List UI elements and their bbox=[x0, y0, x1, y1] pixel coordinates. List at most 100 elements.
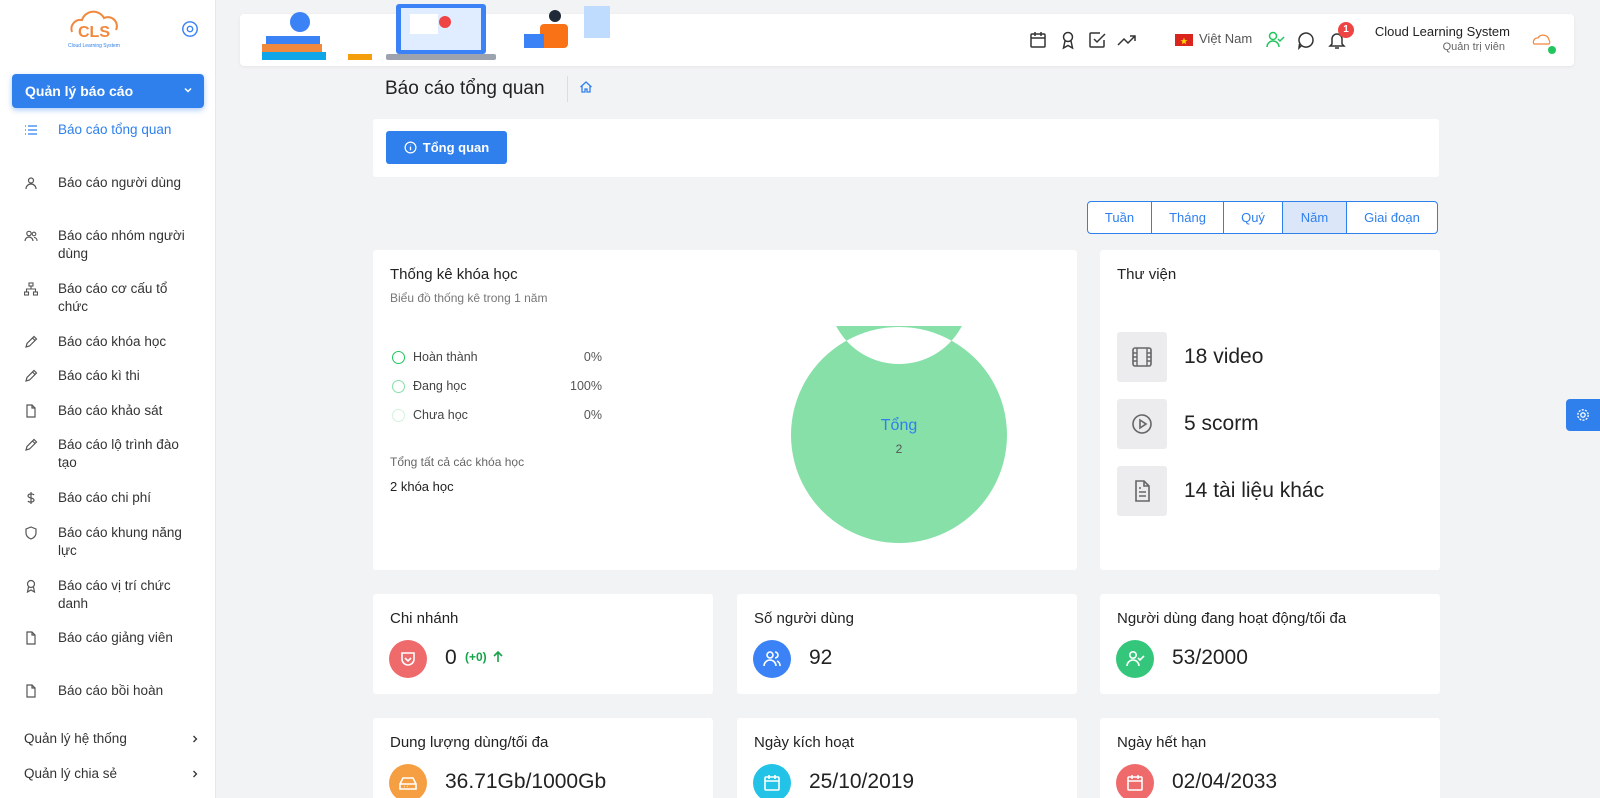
branch-value: 0 bbox=[445, 646, 457, 669]
period-selector: Tuần Tháng Quý Năm Giai đoạn bbox=[1087, 201, 1438, 234]
period-year-button[interactable]: Năm bbox=[1283, 202, 1347, 233]
user-icon bbox=[25, 177, 37, 190]
sidebar-item-label: Báo cáo khảo sát bbox=[58, 403, 163, 418]
sidebar-item-competency-report[interactable]: Báo cáo khung năng lực bbox=[24, 524, 204, 560]
sidebar-item-position-report[interactable]: Báo cáo vị trí chức danh bbox=[24, 577, 204, 613]
users-icon bbox=[24, 230, 38, 242]
sidebar-item-training-path-report[interactable]: Báo cáo lộ trình đào tạo bbox=[24, 436, 204, 472]
gear-icon bbox=[1577, 409, 1589, 421]
sidebar-item-refund-report[interactable]: Báo cáo bồi hoàn bbox=[24, 682, 204, 700]
user-count-value: 92 bbox=[809, 646, 833, 669]
legend-item-completed: Hoàn thành 0% bbox=[392, 350, 602, 364]
expiry-date-card: Ngày hết hạn 02/04/2033 bbox=[1100, 718, 1440, 798]
pencil-icon bbox=[25, 335, 38, 348]
play-circle-icon bbox=[1132, 414, 1152, 434]
activation-date-card: Ngày kích hoạt 25/10/2019 bbox=[737, 718, 1077, 798]
notification-badge: 1 bbox=[1338, 22, 1354, 38]
trending-up-icon[interactable] bbox=[1116, 30, 1136, 50]
cls-logo[interactable]: CLS Cloud Learning System bbox=[58, 10, 130, 50]
pencil-icon bbox=[25, 369, 38, 382]
language-selector[interactable]: Việt Nam bbox=[1199, 31, 1252, 46]
period-month-button[interactable]: Tháng bbox=[1152, 202, 1224, 233]
sidebar-item-exam-report[interactable]: Báo cáo kì thi bbox=[24, 367, 204, 385]
legend-label: Đang học bbox=[413, 379, 467, 393]
donut-center-label: Tổng bbox=[880, 417, 918, 434]
checkbox-icon[interactable] bbox=[1087, 30, 1107, 50]
storage-value: 36.71Gb/1000Gb bbox=[445, 770, 607, 793]
period-week-button[interactable]: Tuần bbox=[1088, 202, 1152, 233]
legend-item-in-progress: Đang học 100% bbox=[392, 379, 602, 393]
online-status-dot bbox=[1548, 46, 1556, 54]
sidebar-item-label: Báo cáo vị trí chức danh bbox=[58, 578, 171, 611]
sidebar-item-org-structure-report[interactable]: Báo cáo cơ cấu tổ chức bbox=[24, 280, 204, 316]
period-quarter-button[interactable]: Quý bbox=[1224, 202, 1283, 233]
tab-overview[interactable]: Tổng quan bbox=[386, 131, 507, 164]
course-donut-chart[interactable] bbox=[790, 326, 1008, 544]
sidebar-group-share-management[interactable]: Quản lý chia sẻ bbox=[24, 766, 200, 781]
top-header: Việt Nam 1 Cloud Learning System Quản tr… bbox=[240, 4, 1574, 66]
library-item-scorm[interactable]: 5 scorm bbox=[1117, 399, 1417, 449]
home-icon[interactable] bbox=[579, 80, 593, 94]
library-item-video[interactable]: 18 video bbox=[1117, 332, 1417, 382]
tab-card: Tổng quan bbox=[373, 119, 1439, 177]
storage-card: Dung lượng dùng/tối đa 36.71Gb/1000Gb bbox=[373, 718, 713, 798]
sidebar-group-system-management[interactable]: Quản lý hệ thống bbox=[24, 731, 200, 746]
sidebar-item-cost-report[interactable]: Báo cáo chi phí bbox=[24, 489, 204, 507]
sidebar-item-survey-report[interactable]: Báo cáo khảo sát bbox=[24, 402, 204, 420]
gear-icon[interactable] bbox=[181, 20, 199, 38]
vietnam-flag-icon[interactable] bbox=[1175, 34, 1193, 46]
chat-icon[interactable] bbox=[1296, 30, 1316, 50]
sidebar-item-label: Báo cáo tổng quan bbox=[58, 122, 172, 137]
arrow-up-icon bbox=[493, 650, 503, 662]
storage-title: Dung lượng dùng/tối đa bbox=[390, 734, 549, 751]
library-item-documents[interactable]: 14 tài liệu khác bbox=[1117, 466, 1417, 516]
sidebar-item-user-group-report[interactable]: Báo cáo nhóm người dùng bbox=[24, 227, 204, 263]
page-title: Báo cáo tổng quan bbox=[385, 78, 545, 99]
user-check-icon[interactable] bbox=[1265, 30, 1285, 50]
sidebar-group-report-management[interactable]: Quản lý báo cáo bbox=[12, 74, 204, 108]
user-count-card: Số người dùng 92 bbox=[737, 594, 1077, 694]
sidebar-item-label: Báo cáo lộ trình đào tạo bbox=[58, 437, 179, 470]
sidebar-item-course-report[interactable]: Báo cáo khóa học bbox=[24, 333, 204, 351]
calendar-icon[interactable] bbox=[1028, 30, 1048, 50]
award-icon[interactable] bbox=[1058, 30, 1078, 50]
logo-text: CLS bbox=[78, 24, 110, 41]
active-users-title: Người dùng đang hoạt động/tối đa bbox=[1117, 610, 1347, 627]
course-stats-title: Thống kê khóa học bbox=[390, 266, 518, 283]
branch-delta: (+0) bbox=[465, 650, 505, 664]
expiry-date-title: Ngày hết hạn bbox=[1117, 734, 1207, 751]
calendar-icon bbox=[1127, 775, 1143, 791]
sidebar-item-overview-report[interactable]: Báo cáo tổng quan bbox=[24, 121, 204, 139]
branch-icon-circle bbox=[389, 640, 427, 678]
active-users-icon-circle bbox=[1116, 640, 1154, 678]
legend-dot bbox=[392, 408, 405, 422]
expiry-date-icon-circle bbox=[1116, 764, 1154, 798]
library-tile bbox=[1117, 332, 1167, 382]
header-banner-illustration bbox=[262, 4, 610, 60]
sidebar-item-label: Báo cáo chi phí bbox=[58, 490, 152, 505]
chevron-right-icon bbox=[193, 735, 198, 742]
sidebar-group-label: Quản lý hệ thống bbox=[24, 731, 127, 746]
donut-center-value: 2 bbox=[895, 442, 903, 456]
file-icon bbox=[26, 631, 36, 645]
storage-icon-circle bbox=[389, 764, 427, 798]
sidebar-item-user-report[interactable]: Báo cáo người dùng bbox=[24, 174, 204, 192]
library-item-text: 14 tài liệu khác bbox=[1184, 479, 1325, 502]
course-stats-card: Thống kê khóa học Biểu đồ thống kê trong… bbox=[373, 250, 1077, 570]
chevron-down-icon bbox=[184, 87, 192, 93]
sidebar-item-instructor-report[interactable]: Báo cáo giảng viên bbox=[24, 629, 204, 647]
total-courses-label: Tổng tất cả các khóa học bbox=[390, 455, 525, 469]
legend-percent: 0% bbox=[583, 408, 602, 422]
legend-dot bbox=[392, 350, 405, 364]
sidebar-item-label: Báo cáo kì thi bbox=[58, 368, 140, 383]
sidebar-group-label: Quản lý báo cáo bbox=[25, 83, 134, 99]
user-count-title: Số người dùng bbox=[754, 610, 854, 627]
course-stats-subtitle: Biểu đồ thống kê trong 1 năm bbox=[390, 291, 548, 305]
period-stage-button[interactable]: Giai đoạn bbox=[1347, 202, 1437, 233]
sidebar-item-label: Báo cáo cơ cấu tổ chức bbox=[58, 281, 168, 314]
floating-settings-button[interactable] bbox=[1566, 399, 1600, 431]
document-icon bbox=[1135, 480, 1150, 502]
logo-caption: Cloud Learning System bbox=[68, 43, 120, 49]
library-item-text: 18 video bbox=[1184, 345, 1264, 368]
file-icon bbox=[26, 684, 36, 698]
